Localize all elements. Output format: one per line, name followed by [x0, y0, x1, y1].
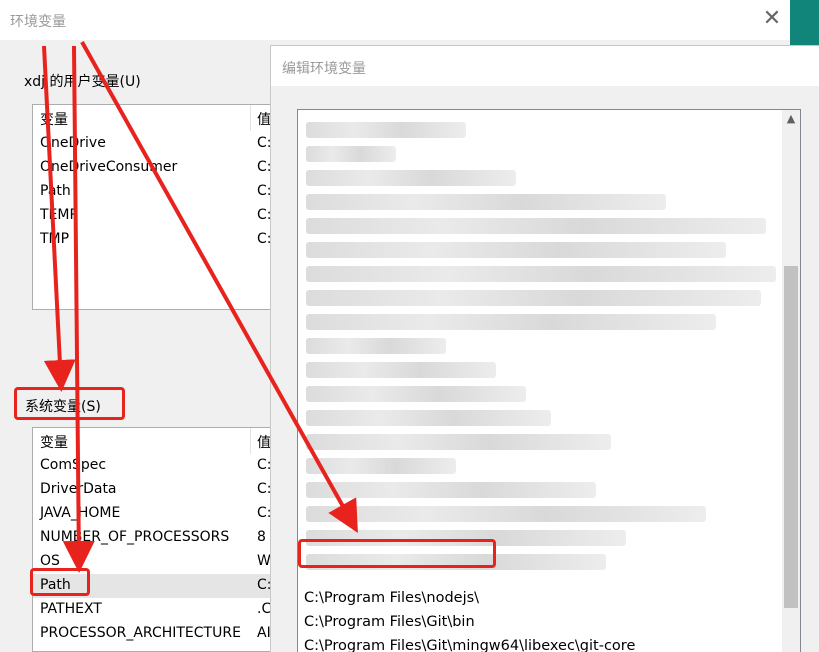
system-var-row-driverdata[interactable]: DriverData C:	[33, 478, 281, 502]
system-variables-list[interactable]: 变量 值 ComSpec C: DriverData C: JAVA_HOME …	[32, 427, 282, 652]
path-entry-text: C:\Program Files\Git\mingw64\libexec\git…	[304, 638, 636, 652]
vertical-scrollbar[interactable]: ▲ ▼	[782, 110, 800, 652]
system-var-row-java-home[interactable]: JAVA_HOME C:	[33, 502, 281, 526]
main-titlebar: 环境变量 ✕	[0, 0, 790, 40]
system-var-row-number-of-processors[interactable]: NUMBER_OF_PROCESSORS 8	[33, 526, 281, 550]
path-entry-nodejs[interactable]: C:\Program Files\nodejs\	[298, 588, 778, 612]
var-name: JAVA_HOME	[40, 505, 121, 521]
var-name: TEMP	[40, 207, 78, 223]
column-header-variable[interactable]: 变量	[40, 432, 68, 452]
redacted-path-entry[interactable]	[306, 242, 726, 258]
var-name: OneDrive	[40, 135, 106, 151]
path-entry-git-bin[interactable]: C:\Program Files\Git\bin	[298, 612, 778, 636]
var-name: Path	[40, 183, 71, 199]
edit-dialog-titlebar: 编辑环境变量	[271, 46, 819, 86]
var-name: ComSpec	[40, 457, 107, 473]
scrollbar-thumb[interactable]	[784, 266, 798, 608]
system-var-row-comspec[interactable]: ComSpec C:	[33, 454, 281, 478]
user-var-row-temp[interactable]: TEMP C:	[33, 204, 281, 228]
redacted-path-entry[interactable]	[306, 218, 766, 234]
var-name: TMP	[40, 231, 70, 247]
redacted-path-entry[interactable]	[306, 338, 446, 354]
system-var-row-processor-architecture[interactable]: PROCESSOR_ARCHITECTURE AI	[33, 622, 281, 646]
redacted-path-entry[interactable]	[306, 146, 396, 162]
path-entry-text: C:\Program Files\nodejs\	[304, 590, 480, 606]
column-header-value[interactable]: 值	[257, 109, 271, 129]
redacted-path-entry[interactable]	[306, 482, 596, 498]
path-entries-list[interactable]: C:\Program Files\nodejs\ C:\Program File…	[297, 109, 801, 652]
redacted-path-entry[interactable]	[306, 170, 516, 186]
main-window-title: 环境变量	[10, 14, 66, 30]
redacted-path-entry[interactable]	[306, 122, 466, 138]
list-header: 变量 值	[33, 105, 281, 131]
var-name: PROCESSOR_ARCHITECTURE	[40, 625, 241, 641]
redacted-path-entry[interactable]	[306, 434, 611, 450]
close-icon[interactable]: ✕	[759, 6, 785, 32]
scroll-up-icon[interactable]: ▲	[782, 110, 800, 128]
highlight-nodejs-entry	[298, 539, 496, 568]
user-var-row-onedriveconsumer[interactable]: OneDriveConsumer C:	[33, 156, 281, 180]
path-entry-text: C:\Program Files\Git\bin	[304, 614, 475, 630]
redacted-path-entry[interactable]	[306, 386, 526, 402]
var-value: 8	[257, 529, 266, 545]
highlight-system-path-row	[30, 568, 90, 596]
var-name: NUMBER_OF_PROCESSORS	[40, 529, 230, 545]
redacted-path-entry[interactable]	[306, 458, 456, 474]
edit-dialog-title: 编辑环境变量	[282, 61, 366, 77]
var-value: W	[257, 553, 271, 569]
column-separator[interactable]	[250, 428, 251, 454]
redacted-path-entry[interactable]	[306, 194, 666, 210]
column-header-variable[interactable]: 变量	[40, 109, 68, 129]
redacted-path-entry[interactable]	[306, 410, 551, 426]
redacted-path-entry[interactable]	[306, 266, 776, 282]
column-header-value[interactable]: 值	[257, 432, 271, 452]
var-name: DriverData	[40, 481, 117, 497]
column-separator[interactable]	[250, 105, 251, 131]
var-name: OneDriveConsumer	[40, 159, 178, 175]
background-window-strip	[790, 0, 819, 46]
user-variables-label: xdj 的用户变量(U)	[24, 74, 141, 90]
system-var-row-pathext[interactable]: PATHEXT .C	[33, 598, 281, 622]
var-value: AI	[257, 625, 271, 641]
var-name: PATHEXT	[40, 601, 102, 617]
user-var-row-path[interactable]: Path C:	[33, 180, 281, 204]
redacted-path-entry[interactable]	[306, 506, 706, 522]
path-entry-git-core[interactable]: C:\Program Files\Git\mingw64\libexec\git…	[298, 636, 778, 652]
var-name: OS	[40, 553, 60, 569]
redacted-path-entry[interactable]	[306, 290, 761, 306]
list-header: 变量 值	[33, 428, 281, 454]
user-var-row-onedrive[interactable]: OneDrive C:	[33, 132, 281, 156]
user-var-row-tmp[interactable]: TMP C:	[33, 228, 281, 252]
redacted-path-entry[interactable]	[306, 314, 716, 330]
user-variables-list[interactable]: 变量 值 OneDrive C: OneDriveConsumer C: Pat…	[32, 104, 282, 310]
redacted-path-entry[interactable]	[306, 362, 496, 378]
highlight-system-variables	[14, 387, 125, 420]
